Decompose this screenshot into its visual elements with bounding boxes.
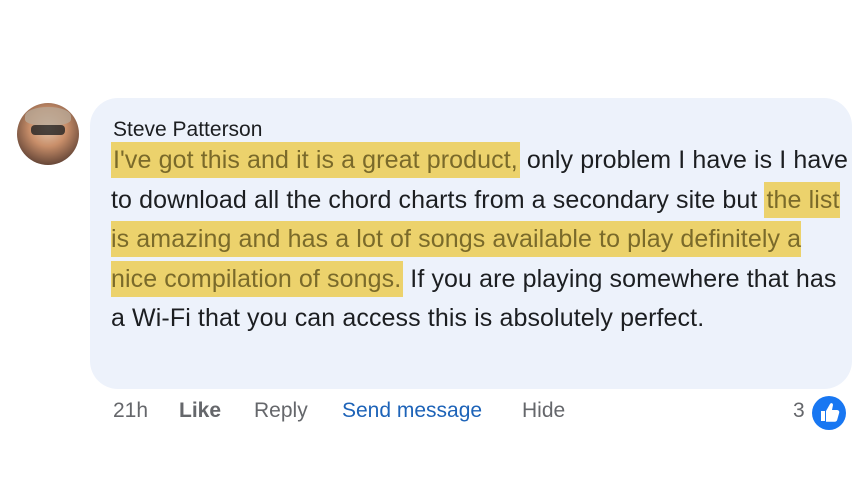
reaction-count: 3 [793, 399, 805, 422]
hide-button[interactable]: Hide [522, 399, 565, 423]
reaction-summary[interactable]: 3 [793, 396, 849, 430]
highlighted-text: I've got this and it is a great product, [111, 142, 520, 178]
comment-text: I've got this and it is a great product,… [111, 141, 851, 339]
timestamp[interactable]: 21h [113, 399, 148, 423]
thumbs-up-icon [812, 396, 846, 430]
avatar-hair [25, 107, 71, 125]
like-button[interactable]: Like [179, 399, 221, 423]
reply-button[interactable]: Reply [254, 399, 308, 423]
avatar-glasses [31, 125, 65, 135]
thumbs-up-icon-glyph [821, 403, 840, 422]
author-name[interactable]: Steve Patterson [113, 118, 262, 142]
avatar[interactable] [17, 103, 79, 165]
send-message-button[interactable]: Send message [342, 399, 482, 423]
